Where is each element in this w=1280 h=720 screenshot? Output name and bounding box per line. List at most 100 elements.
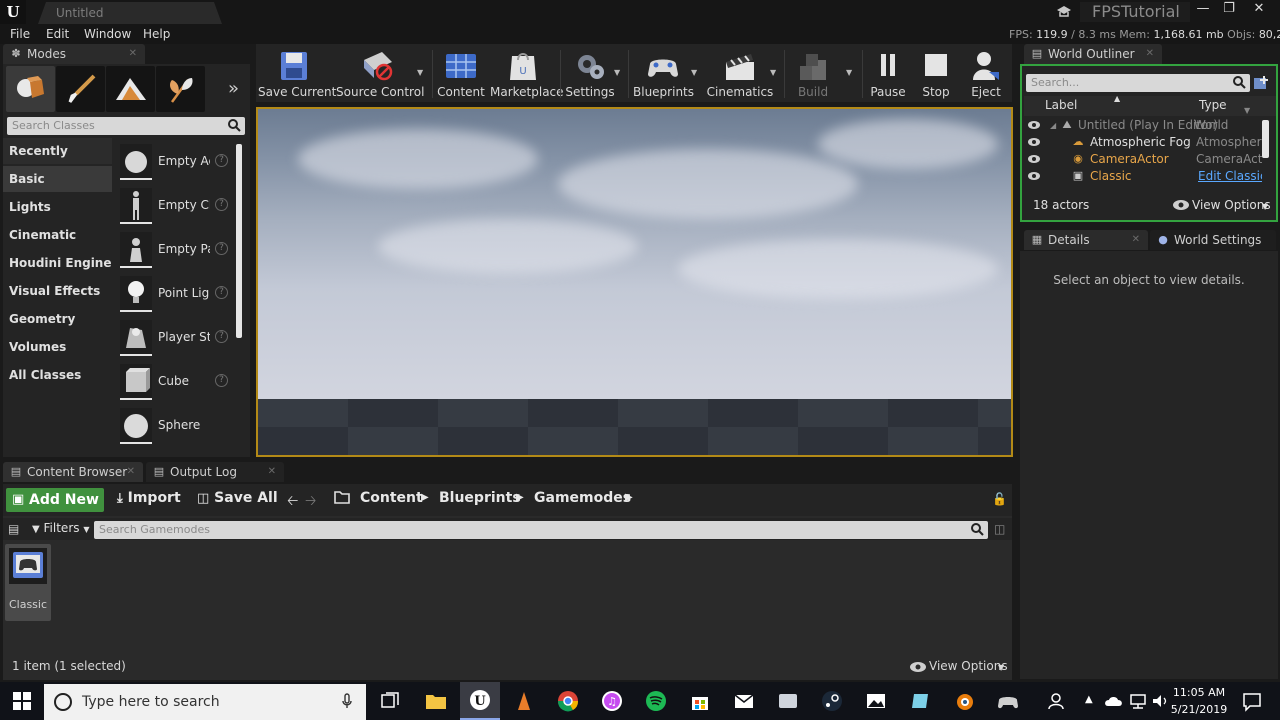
eye-icon[interactable] — [1028, 171, 1040, 181]
help-icon[interactable]: ? — [215, 330, 228, 343]
settings-dropdown-icon[interactable]: ▼ — [614, 68, 622, 77]
foliage-mode-button[interactable] — [156, 66, 205, 112]
expand-arrow-icon[interactable]: ◢ — [1050, 117, 1056, 134]
help-icon[interactable]: ? — [215, 286, 228, 299]
place-item-cube[interactable]: Cube ? — [118, 362, 230, 402]
network-icon[interactable] — [1128, 690, 1148, 712]
paint-mode-button[interactable] — [56, 66, 105, 112]
category-cinematic[interactable]: Cinematic — [3, 222, 112, 248]
back-arrow-icon[interactable]: 🡠 — [287, 490, 298, 514]
stop-button[interactable]: Stop — [914, 46, 958, 102]
category-visual-effects[interactable]: Visual Effects — [3, 278, 112, 304]
eye-icon[interactable] — [1028, 154, 1040, 164]
column-type-dropdown-icon[interactable]: ▼ — [1244, 106, 1250, 115]
outliner-scrollbar[interactable] — [1262, 120, 1269, 158]
category-lights[interactable]: Lights — [3, 194, 112, 220]
close-icon[interactable]: ✕ — [129, 44, 137, 64]
asset-tile-classic[interactable]: Classic — [5, 544, 51, 621]
close-icon[interactable]: ✕ — [1132, 230, 1140, 250]
breadcrumb-separator-icon[interactable]: ▶ — [625, 492, 633, 503]
taskbar-unreal-app[interactable]: U — [460, 682, 500, 720]
taskbar-search-box[interactable]: Type here to search — [44, 684, 366, 720]
asset-search-input[interactable]: Search Gamemodes — [94, 521, 988, 539]
windows-start-icon[interactable] — [13, 692, 31, 710]
save-all-button[interactable]: ◫ Save All — [197, 490, 278, 506]
tab-world-settings[interactable]: ● World Settings — [1150, 230, 1276, 250]
category-houdini-engine[interactable]: Houdini Engine — [3, 250, 112, 276]
blueprints-button[interactable]: Blueprints — [633, 46, 694, 102]
3d-app-icon[interactable] — [908, 690, 932, 712]
build-button[interactable]: Build — [790, 46, 836, 102]
pause-button[interactable]: Pause — [867, 46, 909, 102]
tab-modes[interactable]: ✽ Modes ✕ — [3, 44, 145, 64]
forward-arrow-icon[interactable]: 🡢 — [305, 490, 316, 514]
content-view-options-button[interactable]: View Options — [929, 659, 1008, 673]
photos-app-icon[interactable] — [776, 690, 800, 712]
edit-classic-link[interactable]: Edit Classic — [1198, 168, 1262, 185]
breadcrumb-separator-icon[interactable]: ▶ — [421, 492, 429, 503]
view-options-dropdown-icon[interactable]: ▼ — [1262, 202, 1268, 211]
column-label[interactable]: Label — [1045, 98, 1077, 112]
people-icon[interactable] — [1046, 690, 1070, 712]
outliner-row-classic[interactable]: ▣ Classic Edit Classic — [1024, 168, 1262, 185]
unreal-logo-icon[interactable]: U — [0, 0, 26, 24]
close-icon[interactable]: ✕ — [127, 462, 135, 482]
add-new-button[interactable]: ▣ Add New ▼ — [6, 488, 104, 530]
onedrive-cloud-icon[interactable] — [1104, 690, 1124, 712]
spotify-icon[interactable] — [644, 690, 668, 712]
category-volumes[interactable]: Volumes — [3, 334, 112, 360]
itunes-icon[interactable]: ♫ — [600, 690, 624, 712]
place-item-empty-actor[interactable]: Empty Ac ? — [118, 142, 230, 182]
sources-toggle-icon[interactable]: ▤ — [8, 522, 19, 536]
menu-window[interactable]: Window — [84, 27, 131, 41]
source-control-button[interactable]: Source Control — [336, 46, 424, 102]
help-icon[interactable]: ? — [215, 198, 228, 211]
menu-file[interactable]: File — [10, 27, 30, 41]
minimize-button[interactable]: — — [1190, 0, 1216, 20]
import-button[interactable]: ⤓ Import — [117, 490, 181, 506]
file-explorer-icon[interactable] — [424, 690, 448, 712]
outliner-add-icon[interactable] — [1252, 74, 1270, 92]
maximize-button[interactable]: ❐ — [1216, 0, 1242, 20]
outliner-view-options-button[interactable]: View Options — [1192, 198, 1271, 212]
mail-icon[interactable] — [732, 690, 756, 712]
settings-button[interactable]: Settings — [565, 46, 615, 102]
save-search-icon[interactable]: ◫ — [994, 522, 1005, 536]
tab-output-log[interactable]: ▤ Output Log ✕ — [146, 462, 284, 482]
place-item-player-start[interactable]: Player Sta ? — [118, 318, 230, 358]
task-view-icon[interactable] — [378, 690, 402, 712]
outliner-row-camera-actor[interactable]: ◉ CameraActor CameraActo — [1024, 151, 1262, 168]
blender-icon[interactable] — [952, 690, 976, 712]
place-mode-button[interactable] — [6, 66, 55, 112]
build-dropdown-icon[interactable]: ▼ — [846, 68, 854, 77]
tab-content-browser[interactable]: ▤ Content Browser ✕ — [3, 462, 143, 482]
blender-like-app-icon[interactable] — [512, 690, 536, 712]
close-icon[interactable]: ✕ — [1146, 44, 1154, 64]
breadcrumb-gamemodes[interactable]: Gamemodes — [534, 490, 631, 506]
place-list-scrollbar[interactable] — [236, 144, 242, 338]
tab-details[interactable]: ▦ Details ✕ — [1024, 230, 1148, 250]
help-icon[interactable]: ? — [215, 242, 228, 255]
volume-icon[interactable] — [1150, 690, 1170, 712]
microphone-icon[interactable] — [342, 693, 352, 709]
close-icon[interactable]: ✕ — [268, 462, 276, 482]
marketplace-button[interactable]: U Marketplace — [490, 46, 564, 102]
help-icon[interactable]: ? — [215, 374, 228, 387]
outliner-row-atmospheric-fog[interactable]: ☁ Atmospheric Fog Atmospheric — [1024, 134, 1262, 151]
breadcrumb-separator-icon[interactable]: ▶ — [516, 492, 524, 503]
filters-button[interactable]: ▼ Filters ▼ — [32, 521, 90, 535]
source-control-dropdown-icon[interactable]: ▼ — [417, 68, 425, 77]
chrome-icon[interactable] — [556, 690, 580, 712]
column-type[interactable]: Type — [1199, 98, 1227, 112]
controller-app-icon[interactable] — [996, 690, 1020, 712]
document-tab[interactable]: Untitled — [38, 2, 222, 24]
blueprints-dropdown-icon[interactable]: ▼ — [691, 68, 699, 77]
outliner-row-world[interactable]: ◢ ⛰ Untitled (Play In Editor) World — [1024, 117, 1262, 134]
category-recently-placed[interactable]: Recently Placed — [3, 138, 112, 184]
place-item-empty-character[interactable]: Empty Ch ? — [118, 186, 230, 226]
landscape-mode-button[interactable] — [106, 66, 155, 112]
breadcrumb-blueprints[interactable]: Blueprints — [439, 490, 521, 506]
steam-icon[interactable] — [820, 690, 844, 712]
category-all-classes[interactable]: All Classes — [3, 362, 112, 388]
eye-icon[interactable] — [1028, 137, 1040, 147]
